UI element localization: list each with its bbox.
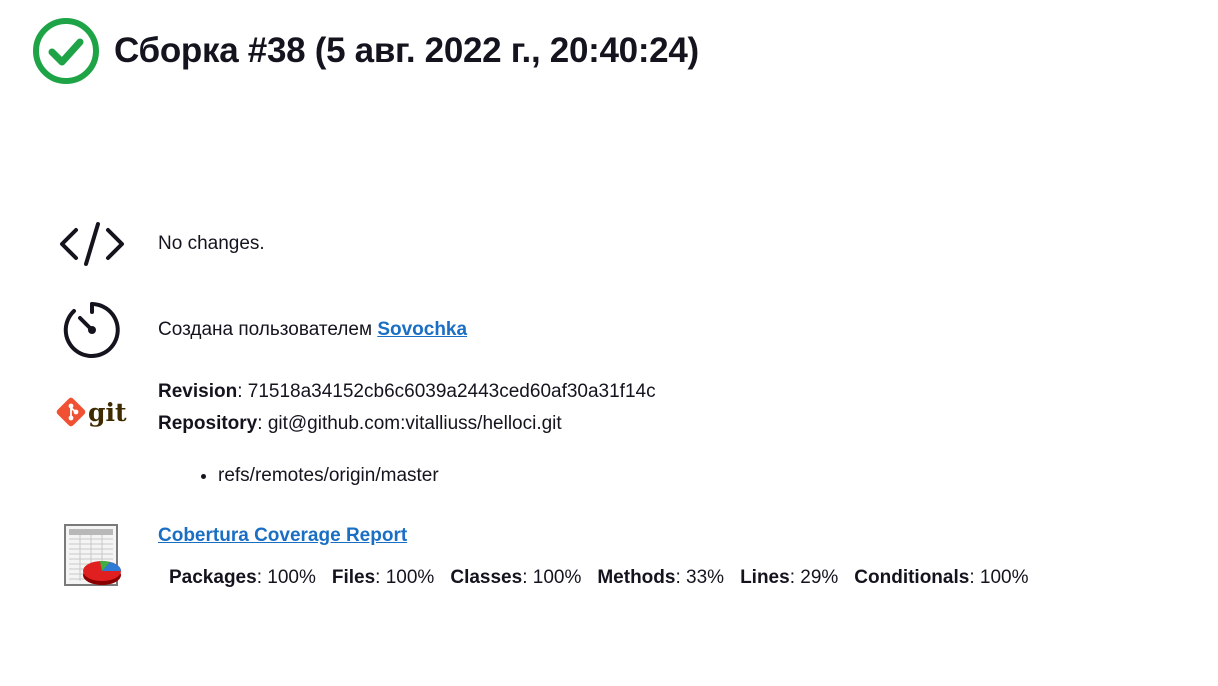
success-check-icon <box>33 18 99 84</box>
revision-label: Revision <box>158 381 238 402</box>
coverage-metrics: Packages: 100% Files: 100% Classes: 100%… <box>169 562 1045 594</box>
code-icon <box>52 220 132 268</box>
coverage-link-line: Cobertura Coverage Report <box>158 520 407 552</box>
repository-line: Repository: git@github.com:vitalliuss/he… <box>158 413 562 434</box>
coverage-report-link[interactable]: Cobertura Coverage Report <box>158 525 407 546</box>
svg-text:git: git <box>88 398 127 427</box>
build-header: Сборка #38 (5 авг. 2022 г., 20:40:24) <box>32 17 699 85</box>
timer-icon <box>52 298 132 362</box>
refs-list: refs/remotes/origin/master <box>200 460 439 492</box>
user-link-sovochka[interactable]: Sovochka <box>377 319 467 340</box>
coverage-report-icon <box>52 523 132 589</box>
metric-conditionals: Conditionals: 100% <box>854 567 1029 588</box>
metric-methods: Methods: 33% <box>597 567 725 588</box>
metric-classes: Classes: 100% <box>450 567 582 588</box>
page-title: Сборка #38 (5 авг. 2022 г., 20:40:24) <box>114 31 699 70</box>
repository-label: Repository <box>158 413 258 434</box>
cause-text: Создана пользователем Sovochka <box>158 314 467 346</box>
git-logo-icon: git <box>52 394 132 430</box>
metric-files: Files: 100% <box>331 567 435 588</box>
revision-value: 71518a34152cb6c6039a2443ced60af30a31f14c <box>247 381 656 402</box>
metric-packages: Packages: 100% <box>169 567 316 588</box>
revision-line: Revision: 71518a34152cb6c6039a2443ced60a… <box>158 381 656 402</box>
changes-text: No changes. <box>158 233 265 254</box>
repository-value: git@github.com:vitalliuss/helloci.git <box>267 413 562 434</box>
cause-prefix: Создана пользователем <box>158 319 373 340</box>
list-item: refs/remotes/origin/master <box>218 460 439 492</box>
metric-lines: Lines: 29% <box>740 567 839 588</box>
